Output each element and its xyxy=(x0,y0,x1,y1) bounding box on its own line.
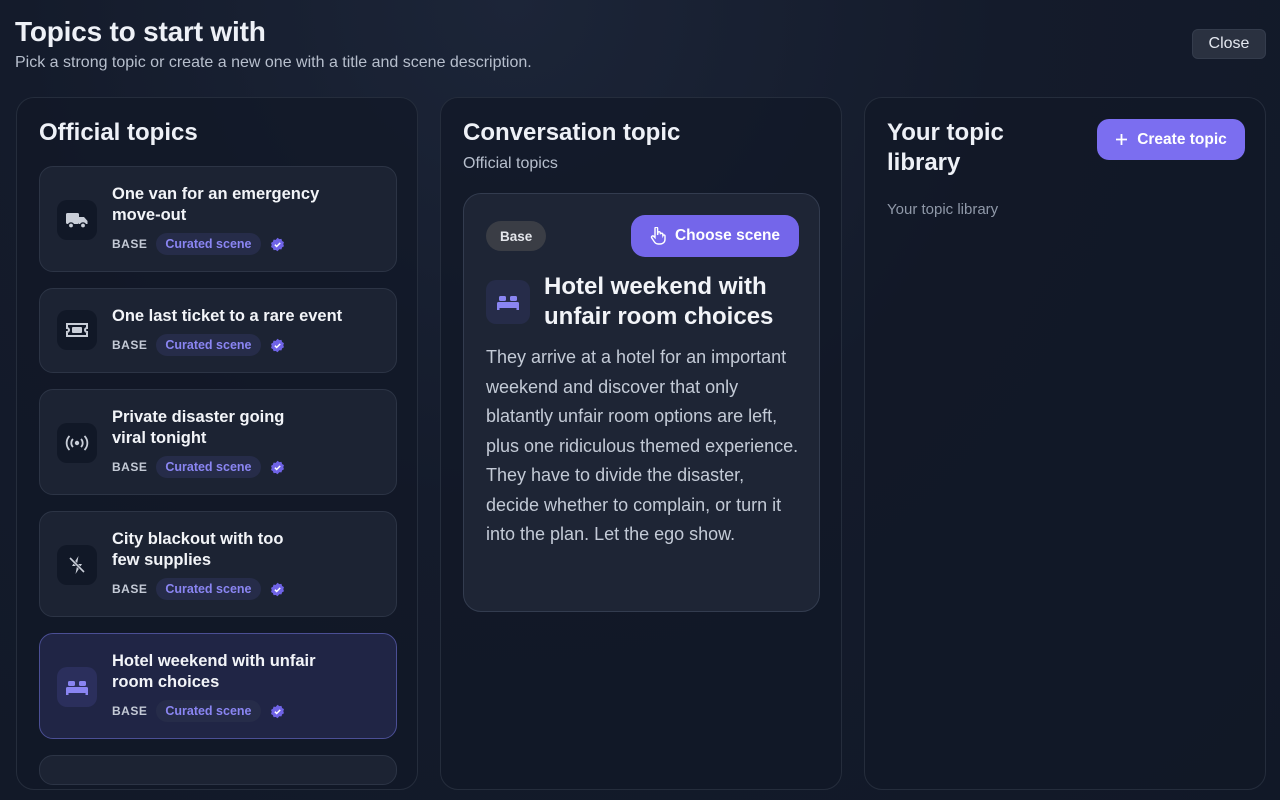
topic-card-emergency-move-out[interactable]: One van for an emergency move-out BASE C… xyxy=(39,166,397,272)
topic-title: Private disaster going viral tonight xyxy=(112,408,285,447)
curated-scene-chip: Curated scene xyxy=(156,578,261,600)
curated-scene-chip: Curated scene xyxy=(156,456,261,478)
broadcast-icon xyxy=(57,423,97,463)
plus-icon xyxy=(1115,133,1128,146)
base-label: BASE xyxy=(112,460,148,474)
bed-icon xyxy=(57,667,97,707)
verified-icon xyxy=(270,582,285,597)
pointer-hand-icon xyxy=(650,227,666,245)
conversation-topic-panel: Conversation topic Official topics Base … xyxy=(440,97,842,790)
conversation-topic-title: Conversation topic xyxy=(463,119,681,146)
ticket-icon xyxy=(57,310,97,350)
page-subtitle: Pick a strong topic or create a new one … xyxy=(15,54,532,71)
topic-card-city-blackout[interactable]: City blackout with too few supplies BASE… xyxy=(39,511,397,617)
topic-card-hotel-weekend[interactable]: Hotel weekend with unfair room choices B… xyxy=(39,633,397,739)
choose-scene-button[interactable]: Choose scene xyxy=(631,215,799,257)
choose-scene-label: Choose scene xyxy=(674,227,781,244)
topic-card-private-disaster-viral[interactable]: Private disaster going viral tonight BAS… xyxy=(39,389,397,495)
base-label: BASE xyxy=(112,582,148,596)
create-topic-button[interactable]: Create topic xyxy=(1097,119,1245,160)
base-label: BASE xyxy=(112,237,148,251)
page-header: Topics to start with Pick a strong topic… xyxy=(15,16,532,72)
no-power-icon xyxy=(57,545,97,585)
curated-scene-chip: Curated scene xyxy=(156,700,261,722)
verified-icon xyxy=(270,460,285,475)
topic-detail-card: Base Choose scene Hotel weekend with unf… xyxy=(463,193,820,612)
topic-detail-description: They arrive at a hotel for an important … xyxy=(486,347,799,544)
topic-card-rare-event-ticket[interactable]: One last ticket to a rare event BASE Cur… xyxy=(39,288,397,373)
close-button[interactable]: Close xyxy=(1192,29,1266,59)
topic-library-panel: Your topic library Create topic Your top… xyxy=(864,97,1266,790)
base-badge: Base xyxy=(486,221,547,251)
topic-library-title: Your topic library xyxy=(887,119,1004,176)
topic-title: One last ticket to a rare event xyxy=(112,307,343,325)
topic-library-empty-text: Your topic library xyxy=(887,201,999,218)
base-label: BASE xyxy=(112,338,148,352)
verified-icon xyxy=(270,704,285,719)
truck-icon xyxy=(57,200,97,240)
topic-title: Hotel weekend with unfair room choices xyxy=(112,652,316,691)
topic-card-partial[interactable] xyxy=(39,755,397,785)
curated-scene-chip: Curated scene xyxy=(156,334,261,356)
verified-icon xyxy=(270,237,285,252)
page-title: Topics to start with xyxy=(15,16,266,47)
bed-icon xyxy=(486,280,530,324)
topic-title: One van for an emergency move-out xyxy=(112,185,320,224)
topic-title: City blackout with too few supplies xyxy=(112,530,284,569)
base-label: BASE xyxy=(112,704,148,718)
official-topics-panel: Official topics One van for an emergency… xyxy=(16,97,418,790)
topic-list: One van for an emergency move-out BASE C… xyxy=(39,166,397,785)
official-topics-title: Official topics xyxy=(39,119,198,146)
curated-scene-chip: Curated scene xyxy=(156,233,261,255)
topic-detail-title: Hotel weekend with unfair room choices xyxy=(544,273,774,330)
verified-icon xyxy=(270,338,285,353)
conversation-topic-subtitle: Official topics xyxy=(463,155,558,172)
create-topic-label: Create topic xyxy=(1137,130,1227,148)
